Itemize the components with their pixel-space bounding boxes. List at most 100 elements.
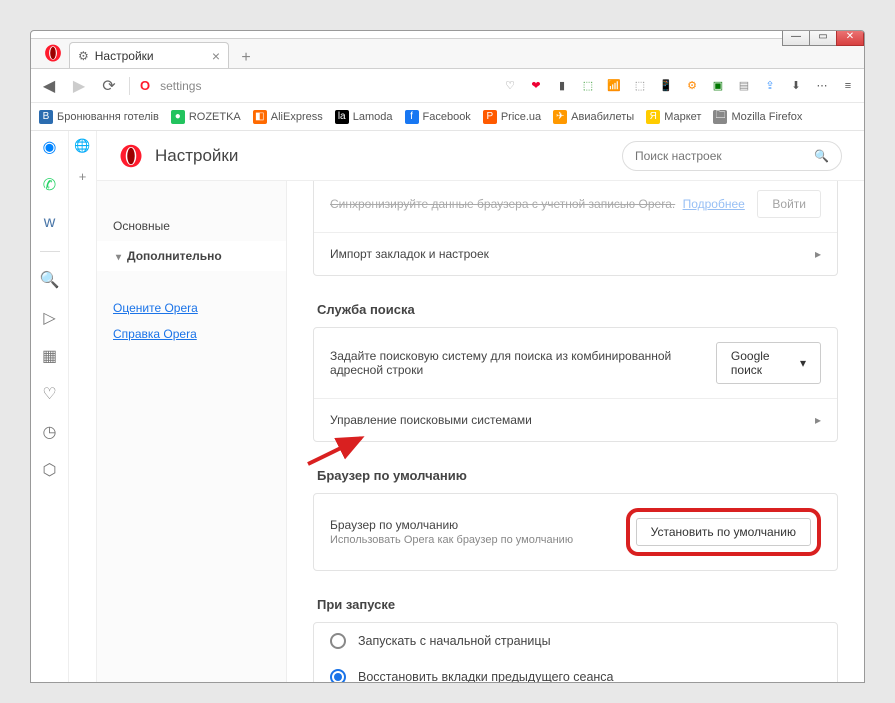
set-default-button[interactable]: Установить по умолчанию <box>636 518 811 546</box>
bookmark-label: ROZETKA <box>189 111 241 123</box>
nav-help-opera[interactable]: Справка Opera <box>97 321 286 347</box>
reload-button[interactable]: ⟳ <box>99 76 119 96</box>
new-tab-button[interactable]: + <box>235 48 257 68</box>
sync-text: Синхронизируйте данные браузера с учетно… <box>330 197 675 211</box>
minimize-button[interactable]: — <box>782 30 810 46</box>
cube-icon[interactable]: ⬡ <box>40 460 60 480</box>
address-bar: ◀ ▶ ⟳ O ♡ ❤ ▮ ⬚ 📶 ⬚ 📱 ⚙ ▣ ▤ ⇪ ⬇ ⋯ ≡ <box>31 69 864 103</box>
settings-page: Настройки 🔍 Основные Дополнительно Оцени… <box>97 131 864 682</box>
section-startup: При запуске <box>317 597 838 612</box>
bookmark-item[interactable]: Я Маркет <box>646 110 701 124</box>
page-title: Настройки <box>155 146 238 166</box>
default-browser-row: Браузер по умолчанию Использовать Opera … <box>314 494 837 570</box>
annotation-highlight: Установить по умолчанию <box>626 508 821 556</box>
tab-close-button[interactable]: × <box>212 48 220 64</box>
bookmarks-bar: B Бронювання готелів ● ROZETKA ◧AliExpress la… <box>31 103 864 131</box>
whatsapp-icon[interactable]: ✆ <box>40 175 60 195</box>
bookmark-label: Mozilla Firefox <box>731 111 802 123</box>
opera-logo-icon <box>119 144 143 168</box>
mini-sidebar: 🌐+ <box>69 131 97 682</box>
gear-icon: ⚙ <box>78 49 89 63</box>
startup-opt-homepage[interactable]: Запускать с начальной страницы <box>314 623 837 659</box>
extension-icon-5[interactable]: ⬚ <box>632 78 648 94</box>
opera-badge-icon: O <box>140 78 150 93</box>
search-icon[interactable]: 🔍 <box>40 270 60 290</box>
extension-icon-6[interactable]: 📱 <box>658 78 674 94</box>
bookmark-label: Lamoda <box>353 111 393 123</box>
extension-icon-12[interactable]: ⋯ <box>814 78 830 94</box>
extension-icon-13[interactable]: ≡ <box>840 78 856 94</box>
nav-basic[interactable]: Основные <box>97 211 286 241</box>
startup-opt-restore[interactable]: Восстановить вкладки предыдущего сеанса <box>314 659 837 682</box>
bookmark-favicon: B <box>39 110 53 124</box>
manage-search-row[interactable]: Управление поисковыми системами ▸ <box>314 398 837 441</box>
bookmark-favicon: 🗀 <box>713 110 727 124</box>
default-browser-card: Браузер по умолчанию Использовать Opera … <box>313 493 838 571</box>
back-button[interactable]: ◀ <box>39 76 59 96</box>
extension-icon-8[interactable]: ▣ <box>710 78 726 94</box>
sync-more-link[interactable]: Подробнее <box>683 197 745 211</box>
import-row[interactable]: Импорт закладок и настроек ▸ <box>314 232 837 275</box>
grid-icon[interactable]: ▦ <box>40 346 60 366</box>
address-input[interactable] <box>160 79 320 93</box>
divider <box>40 251 60 252</box>
extension-icon-3[interactable]: ⬚ <box>580 78 596 94</box>
bookmark-item[interactable]: f Facebook <box>405 110 471 124</box>
bookmark-favicon: Я <box>646 110 660 124</box>
bookmark-favicon: f <box>405 110 419 124</box>
window-controls: — ▭ ✕ <box>783 30 864 46</box>
section-default-browser: Браузер по умолчанию <box>317 468 838 483</box>
extension-icon-11[interactable]: ⬇ <box>788 78 804 94</box>
bookmark-label: Бронювання готелів <box>57 111 159 123</box>
settings-content[interactable]: Синхронизируйте данные браузера с учетно… <box>287 181 864 682</box>
nav-rate-opera[interactable]: Оцените Opera <box>97 295 286 321</box>
settings-search-input[interactable] <box>635 149 806 163</box>
forward-button[interactable]: ▶ <box>69 76 89 96</box>
maximize-button[interactable]: ▭ <box>809 30 837 46</box>
extension-icon-7[interactable]: ⚙ <box>684 78 700 94</box>
bookmark-item[interactable]: 🗀 Mozilla Firefox <box>713 110 802 124</box>
page-inner: 🌐+ Настройки 🔍 Основн <box>69 131 864 682</box>
messenger-icon[interactable]: ◉ <box>40 137 60 157</box>
default-browser-title: Браузер по умолчанию <box>330 518 573 532</box>
bookmark-favicon: ✈ <box>553 110 567 124</box>
plus-icon[interactable]: + <box>74 167 92 185</box>
divider <box>129 77 130 95</box>
translate-icon[interactable]: 🌐 <box>74 137 92 155</box>
extension-icon-4[interactable]: 📶 <box>606 78 622 94</box>
settings-body: Основные Дополнительно Оцените Opera Спр… <box>97 181 864 682</box>
nav-advanced[interactable]: Дополнительно <box>97 241 286 271</box>
bookmark-label: Авиабилеты <box>571 111 634 123</box>
startup-card: Запускать с начальной страницы Восстанов… <box>313 622 838 682</box>
settings-search[interactable]: 🔍 <box>622 141 842 171</box>
bookmark-item[interactable]: ● ROZETKA <box>171 110 241 124</box>
extension-icon-1[interactable]: ❤ <box>528 78 544 94</box>
bookmark-favicon: ● <box>171 110 185 124</box>
sync-login-button[interactable]: Войти <box>757 190 821 218</box>
tab-settings[interactable]: ⚙ Настройки × <box>69 42 229 68</box>
extension-icon-9[interactable]: ▤ <box>736 78 752 94</box>
send-icon[interactable]: ▷ <box>40 308 60 328</box>
startup-opt2-label: Восстановить вкладки предыдущего сеанса <box>358 670 614 682</box>
bookmark-item[interactable]: ✈ Авиабилеты <box>553 110 634 124</box>
tab-title: Настройки <box>95 49 154 63</box>
close-window-button[interactable]: ✕ <box>836 30 864 46</box>
search-provider-desc: Задайте поисковую систему для поиска из … <box>330 349 716 377</box>
bookmark-label: AliExpress <box>271 111 323 123</box>
heart-icon[interactable]: ♡ <box>40 384 60 404</box>
bookmark-label: Маркет <box>664 111 701 123</box>
settings-header: Настройки 🔍 <box>97 131 864 181</box>
extension-icon-2[interactable]: ▮ <box>554 78 570 94</box>
bookmark-label: Facebook <box>423 111 471 123</box>
vk-icon[interactable]: w <box>40 213 60 233</box>
opera-menu-button[interactable] <box>37 38 69 68</box>
bookmark-item[interactable]: B Бронювання готелів <box>39 110 159 124</box>
clock-icon[interactable]: ◷ <box>40 422 60 442</box>
search-provider-dropdown[interactable]: Google поиск ▾ <box>716 342 821 384</box>
bookmark-item[interactable]: PPrice.ua <box>483 110 541 124</box>
bookmark-item[interactable]: ◧AliExpress <box>253 110 323 124</box>
extension-icon-0[interactable]: ♡ <box>502 78 518 94</box>
extension-icon-10[interactable]: ⇪ <box>762 78 778 94</box>
bookmark-item[interactable]: laLamoda <box>335 110 393 124</box>
browser-window: — ▭ ✕ ⚙ Настройки × + ◀ ▶ ⟳ O ♡ ❤ ▮ ⬚ 📶 ⬚ 📱 ⚙ ▣ ▤… <box>30 30 865 683</box>
